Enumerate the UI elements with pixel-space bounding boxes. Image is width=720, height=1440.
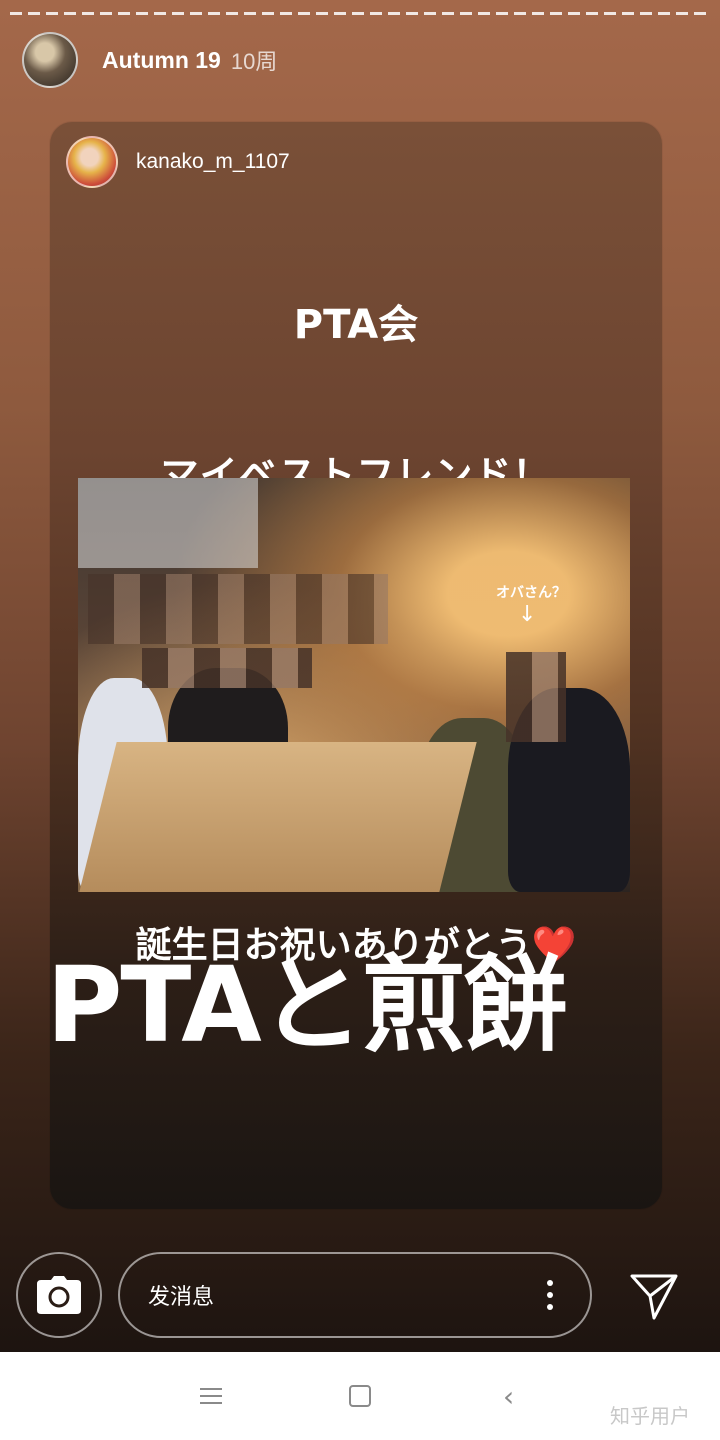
- message-input[interactable]: 发消息: [118, 1252, 592, 1338]
- reply-bar: 发消息: [0, 1248, 720, 1348]
- system-nav-bar: ‹ 知乎用户: [0, 1352, 720, 1440]
- shared-post-header[interactable]: kanako_m_1107: [66, 136, 290, 188]
- photo-blur-top-left: [78, 478, 258, 568]
- message-input-placeholder: 发消息: [148, 1285, 215, 1310]
- story-header: Autumn 19 10周: [22, 32, 277, 88]
- shared-post-avatar[interactable]: [66, 136, 118, 188]
- shared-post-username[interactable]: kanako_m_1107: [136, 150, 290, 174]
- story-username[interactable]: Autumn 19: [102, 47, 221, 74]
- photo-annotation-arrow: ↓: [518, 602, 537, 627]
- story-avatar[interactable]: [22, 32, 78, 88]
- send-icon[interactable]: [628, 1270, 680, 1322]
- story-time: 10周: [230, 49, 278, 74]
- story-view: Autumn 19 10周 kanako_m_1107 PTA会 マイベストフレ…: [0, 0, 720, 1352]
- camera-icon: [37, 1276, 81, 1314]
- back-icon[interactable]: ‹: [503, 1380, 514, 1413]
- home-icon[interactable]: [349, 1385, 371, 1407]
- more-vertical-icon[interactable]: [546, 1280, 554, 1314]
- photo-annotation: オバさん？: [496, 584, 566, 600]
- face-blur-1: [142, 648, 312, 688]
- story-text-pta: PTA会: [293, 302, 419, 348]
- menu-icon[interactable]: [200, 1388, 222, 1404]
- photo-table: [79, 742, 477, 892]
- face-blur-2: [506, 652, 566, 742]
- story-progress-bar: [10, 12, 710, 15]
- pixelated-region: [88, 574, 388, 644]
- story-overlay-text: PTAと煎餅: [46, 944, 568, 1066]
- group-photo: オバさん？ ↓: [78, 478, 630, 892]
- watermark: 知乎用户: [610, 1404, 690, 1428]
- camera-button[interactable]: [16, 1252, 102, 1338]
